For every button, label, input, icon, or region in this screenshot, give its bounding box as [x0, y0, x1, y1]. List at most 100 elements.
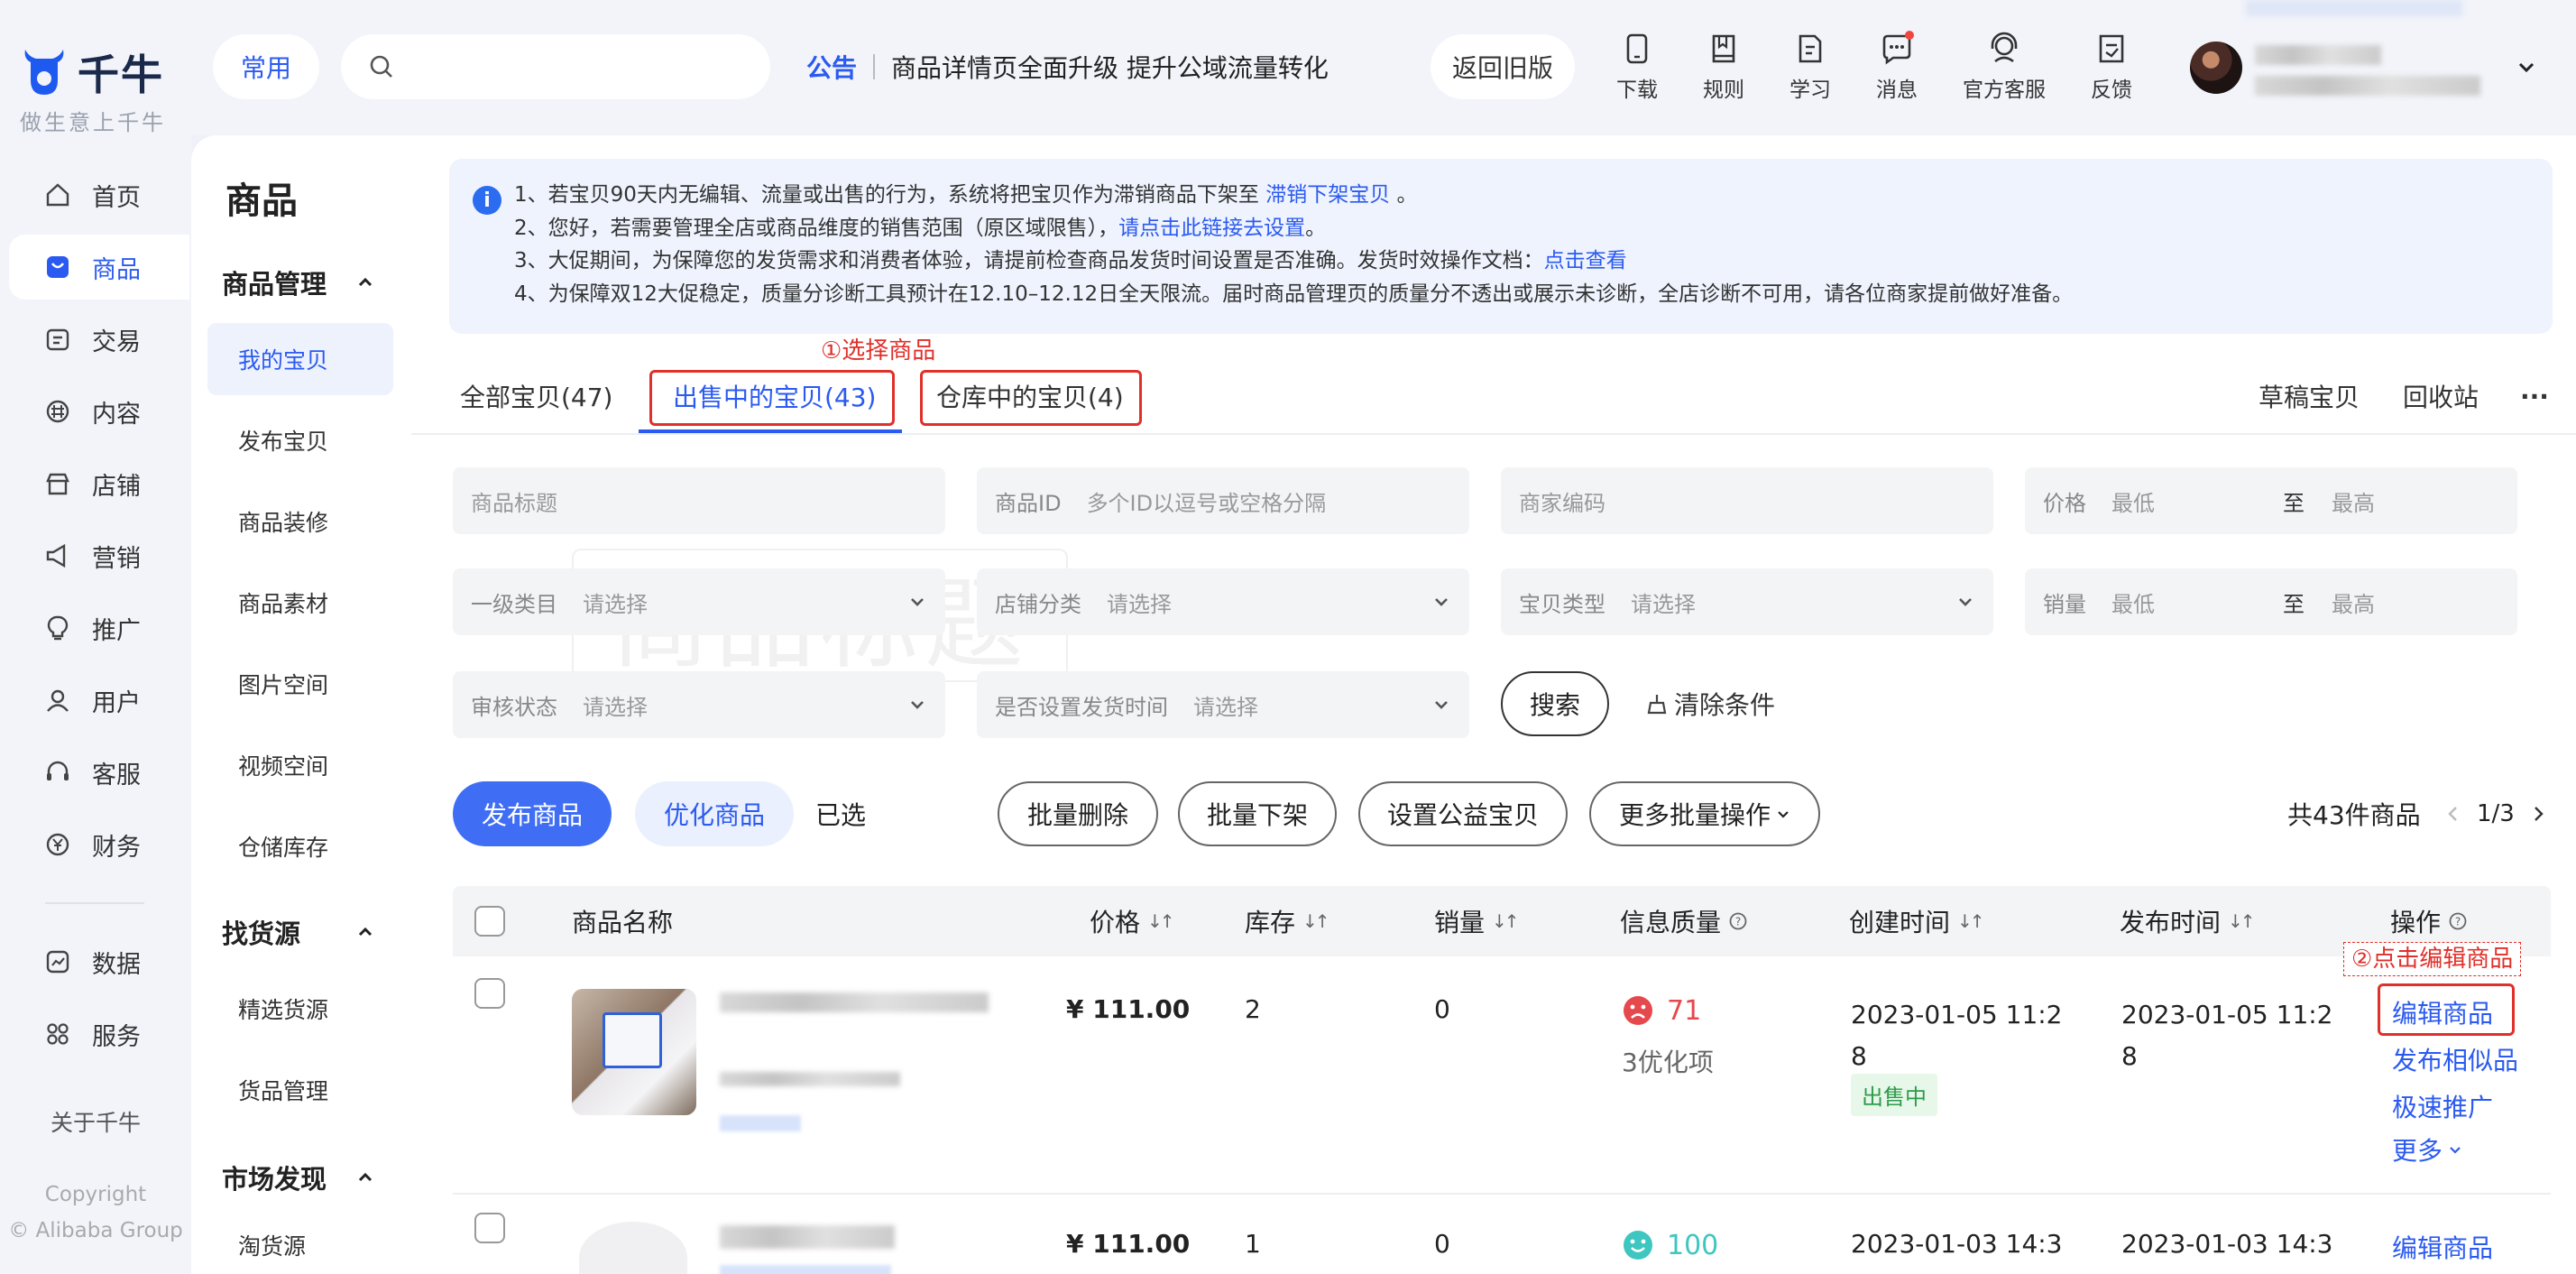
- header-stock[interactable]: 库存 ↓↑: [1245, 886, 1329, 956]
- notice-panel: i 1、若宝贝90天内无编辑、流量或出售的行为，系统将把宝贝作为滞销商品下架至 …: [449, 159, 2553, 334]
- select-all-checkbox[interactable]: [474, 906, 505, 937]
- row-stock: 2: [1245, 994, 1261, 1024]
- tool-messages[interactable]: 消息: [1876, 31, 1918, 103]
- publish-similar-link[interactable]: 发布相似品: [2392, 1041, 2518, 1077]
- category-select[interactable]: 一级类目 请选择: [453, 568, 945, 635]
- prev-page-icon[interactable]: [2444, 803, 2462, 825]
- more-batch-actions-button[interactable]: 更多批量操作: [1589, 781, 1820, 846]
- subnav-group-goods-management[interactable]: 商品管理: [222, 263, 375, 301]
- header-sales[interactable]: 销量 ↓↑: [1434, 886, 1519, 956]
- merchant-code-input[interactable]: 商家编码: [1501, 467, 1993, 534]
- nav-item-trade[interactable]: 交易: [9, 307, 189, 372]
- more-tabs-button[interactable]: ···: [2520, 359, 2549, 433]
- subnav-item-my-items[interactable]: 我的宝贝: [207, 323, 393, 395]
- tool-download[interactable]: 下载: [1616, 31, 1658, 103]
- nav-item-goods[interactable]: 商品: [9, 235, 189, 300]
- shop-category-select[interactable]: 店铺分类 请选择: [977, 568, 1469, 635]
- notice-text: 1、若宝贝90天内无编辑、流量或出售的行为，系统将把宝贝作为滞销商品下架至: [514, 183, 1266, 207]
- tab-all-items[interactable]: 全部宝贝(47): [460, 359, 612, 433]
- header-price[interactable]: 价格 ↓↑: [1090, 886, 1174, 956]
- product-title-blurred[interactable]: [720, 1225, 895, 1249]
- nav-item-marketing[interactable]: 营销: [9, 523, 189, 588]
- subnav-group-market[interactable]: 市场发现: [222, 1159, 375, 1196]
- batch-offshelf-button[interactable]: 批量下架: [1178, 781, 1337, 846]
- search-input[interactable]: [341, 34, 770, 99]
- price-range-input[interactable]: 价格 最低 至 最高: [2025, 467, 2517, 534]
- sales-range-input[interactable]: 销量 最低 至 最高: [2025, 568, 2517, 635]
- publish-item-button[interactable]: 发布商品: [453, 781, 612, 846]
- subnav-group-find-supply[interactable]: 找货源: [222, 913, 375, 951]
- nav-item-services[interactable]: 服务: [9, 1002, 189, 1066]
- notice-line: 4、为保障双12大促稳定，质量分诊断工具预计在12.10–12.12日全天限流。…: [514, 282, 2074, 306]
- row-checkbox[interactable]: [474, 1213, 505, 1243]
- clear-filters-button[interactable]: 清除条件: [1645, 671, 1775, 736]
- subnav-item-publish[interactable]: 发布宝贝: [207, 404, 393, 476]
- shipping-doc-link[interactable]: 点击查看: [1544, 249, 1627, 272]
- help-icon[interactable]: ?: [1728, 911, 1748, 931]
- subnav-item-supply-management[interactable]: 货品管理: [207, 1054, 393, 1126]
- nav-item-content[interactable]: 内容: [9, 379, 189, 444]
- header-published[interactable]: 发布时间 ↓↑: [2120, 886, 2255, 956]
- edit-item-link[interactable]: 编辑商品: [2392, 1229, 2493, 1265]
- subnav-item-decoration[interactable]: 商品装修: [207, 485, 393, 558]
- nav-item-data[interactable]: 数据: [9, 929, 189, 994]
- field-label: 商品ID: [995, 490, 1062, 516]
- id-filter-input[interactable]: 商品ID 多个ID以逗号或空格分隔: [977, 467, 1469, 534]
- qianniu-logo[interactable]: 千牛: [20, 43, 173, 101]
- common-button[interactable]: 常用: [213, 34, 319, 99]
- set-charity-item-button[interactable]: 设置公益宝贝: [1358, 781, 1568, 846]
- nav-item-home[interactable]: 首页: [9, 162, 189, 227]
- tool-official-service[interactable]: 官方客服: [1963, 31, 2046, 103]
- placeholder: 商家编码: [1519, 490, 1605, 516]
- chevron-down-icon[interactable]: [2515, 56, 2538, 79]
- copyright-line: Copyright: [44, 1183, 147, 1206]
- chart-icon: [43, 947, 72, 976]
- search-button[interactable]: 搜索: [1501, 671, 1609, 736]
- tool-rules[interactable]: 规则: [1703, 31, 1744, 103]
- subnav-item-image-space[interactable]: 图片空间: [207, 648, 393, 720]
- subnav-item-materials[interactable]: 商品素材: [207, 567, 393, 639]
- quick-promote-link[interactable]: 极速推广: [2392, 1088, 2493, 1124]
- row-stock: 1: [1245, 1229, 1261, 1259]
- product-thumbnail[interactable]: [579, 1222, 687, 1274]
- phone-icon: [1626, 33, 1648, 64]
- audit-status-select[interactable]: 审核状态 请选择: [453, 671, 945, 738]
- avatar[interactable]: [2190, 42, 2242, 94]
- sales-range-settings-link[interactable]: 请点击此链接去设置: [1118, 217, 1305, 240]
- nav-item-finance[interactable]: 财务: [9, 812, 189, 877]
- nav-item-shop[interactable]: 店铺: [9, 451, 189, 516]
- header-created[interactable]: 创建时间 ↓↑: [1849, 886, 1984, 956]
- shipping-time-select[interactable]: 是否设置发货时间 请选择: [977, 671, 1469, 738]
- announcement[interactable]: 公告 商品详情页全面升级 提升公域流量转化: [806, 34, 1329, 99]
- next-page-icon[interactable]: [2529, 803, 2547, 825]
- nav-item-promotion[interactable]: 推广: [9, 595, 189, 660]
- notice-text: 。: [1390, 183, 1418, 207]
- product-thumbnail[interactable]: [572, 989, 696, 1115]
- optimize-item-button[interactable]: 优化商品: [635, 781, 794, 846]
- tab-recycle-bin[interactable]: 回收站: [2403, 359, 2479, 433]
- subnav-item-selected-supply[interactable]: 精选货源: [207, 973, 393, 1045]
- more-ops-link[interactable]: 更多: [2392, 1131, 2462, 1168]
- quality-score[interactable]: 100: [1622, 1229, 1718, 1261]
- subnav-item-taohuoyuan[interactable]: 淘货源: [207, 1216, 393, 1274]
- back-to-old-version-button[interactable]: 返回旧版: [1431, 34, 1575, 99]
- nav-label: 客服: [92, 761, 141, 789]
- nav-item-service[interactable]: 客服: [9, 740, 189, 805]
- help-icon[interactable]: ?: [2448, 911, 2468, 931]
- tab-drafts[interactable]: 草稿宝贝: [2259, 359, 2360, 433]
- nav-item-users[interactable]: 用户: [9, 668, 189, 733]
- svg-text:?: ?: [1735, 916, 1741, 928]
- tool-study[interactable]: 学习: [1789, 31, 1831, 103]
- unsold-offshelf-link[interactable]: 滞销下架宝贝: [1265, 183, 1390, 207]
- tool-feedback[interactable]: 反馈: [2091, 31, 2132, 103]
- batch-delete-button[interactable]: 批量删除: [998, 781, 1158, 846]
- product-title-blurred[interactable]: [720, 992, 989, 1012]
- quality-score[interactable]: 71: [1622, 994, 1701, 1027]
- headset-icon: [43, 758, 72, 787]
- subnav-item-video-space[interactable]: 视频空间: [207, 729, 393, 801]
- subnav-item-inventory[interactable]: 仓储库存: [207, 810, 393, 882]
- title-filter-input[interactable]: 商品标题: [453, 467, 945, 534]
- about-qianniu-link[interactable]: 关于千牛: [0, 1105, 191, 1138]
- item-type-select[interactable]: 宝贝类型 请选择: [1501, 568, 1993, 635]
- row-checkbox[interactable]: [474, 978, 505, 1009]
